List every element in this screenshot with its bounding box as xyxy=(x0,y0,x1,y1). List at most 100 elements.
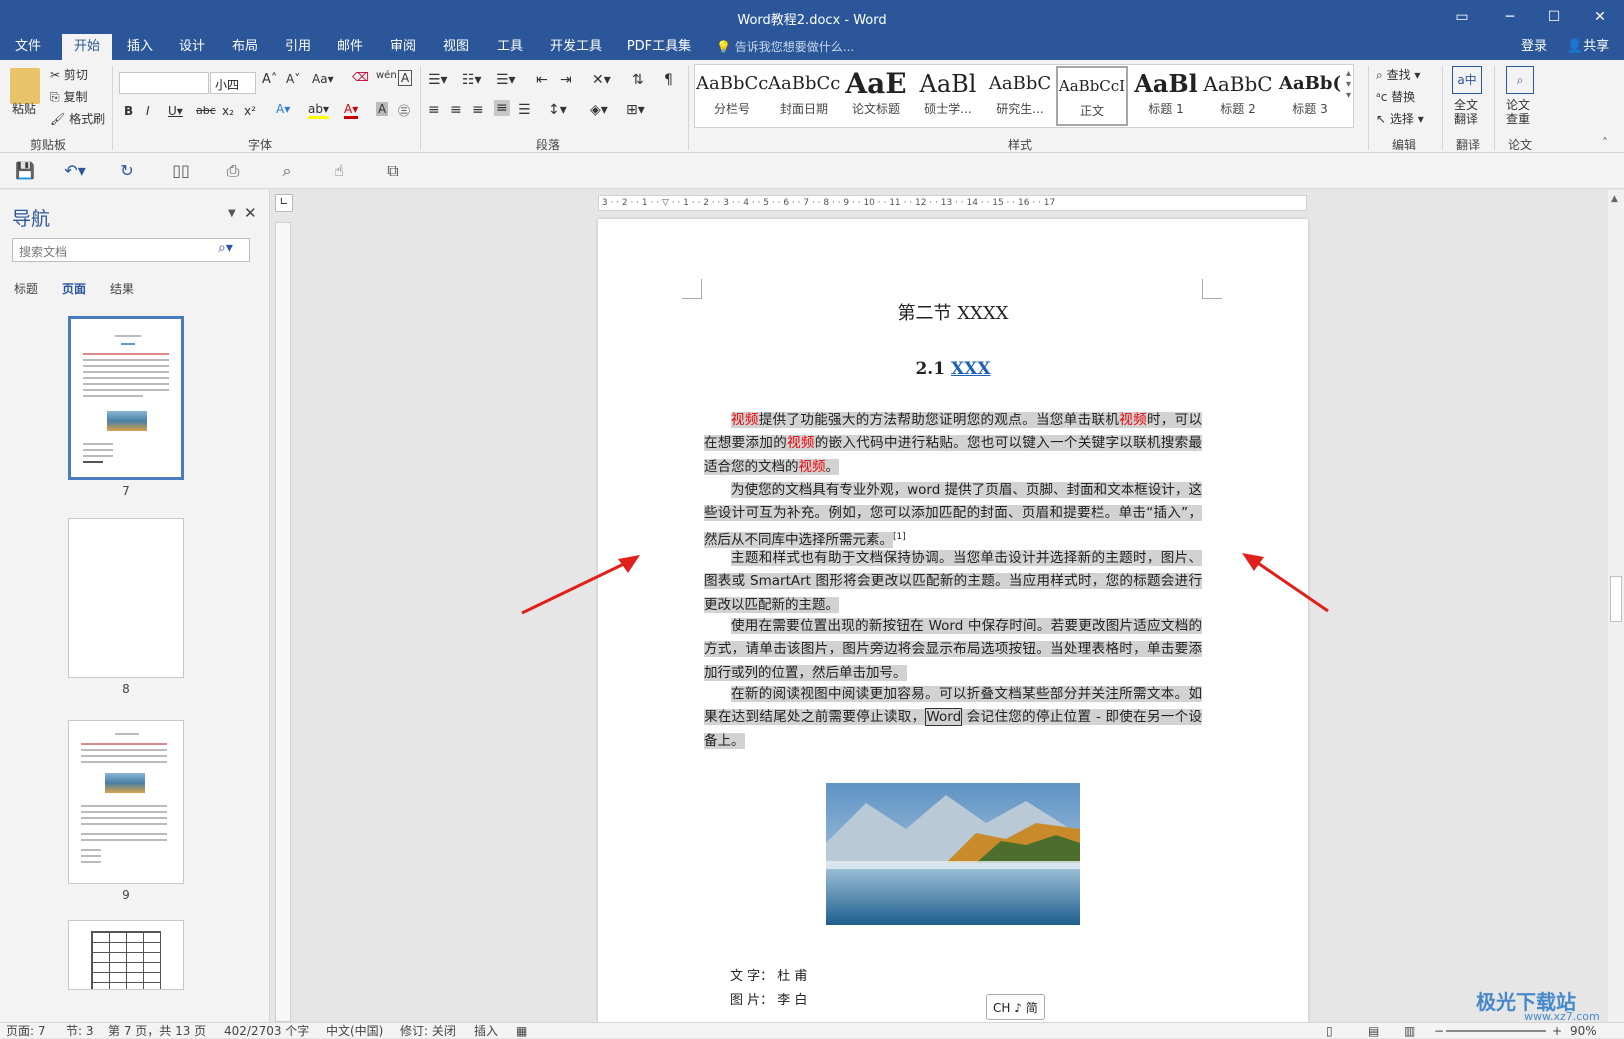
scrollbar-thumb[interactable] xyxy=(1610,576,1622,622)
read-view-icon[interactable]: ▯ xyxy=(1326,1023,1333,1039)
customize-icon[interactable]: ⧉ xyxy=(382,161,404,183)
align-right-icon[interactable]: ≡ xyxy=(472,102,484,118)
tab-insert[interactable]: 插入 xyxy=(120,34,160,60)
sort-icon[interactable]: ⇅ xyxy=(632,72,644,88)
status-language[interactable]: 中文(中国) xyxy=(326,1023,383,1039)
clear-format-icon[interactable]: ⌫ xyxy=(352,70,369,84)
gallery-scroll-icon[interactable]: ▴ ▾ ▾ xyxy=(1346,68,1351,101)
minimize-button[interactable]: ─ xyxy=(1490,4,1530,30)
print-preview-icon[interactable]: ⌕ xyxy=(276,161,298,183)
align-center-icon[interactable]: ≡ xyxy=(450,102,462,118)
format-painter-button[interactable]: 🖌 格式刷 xyxy=(50,110,105,127)
landscape-image[interactable] xyxy=(826,783,1080,925)
tab-selector-icon[interactable]: ∟ xyxy=(275,194,293,212)
font-size-combo[interactable]: 小四 xyxy=(210,72,256,94)
status-section[interactable]: 节: 3 xyxy=(66,1023,94,1039)
shrink-font-icon[interactable]: A˅ xyxy=(286,72,300,86)
multilevel-list-icon[interactable]: ☰▾ xyxy=(496,72,516,88)
status-page-count[interactable]: 第 7 页，共 13 页 xyxy=(108,1023,206,1039)
zoom-out-icon[interactable]: − xyxy=(1434,1023,1444,1039)
nav-tab-headings[interactable]: 标题 xyxy=(14,280,38,297)
show-marks-icon[interactable]: ¶ xyxy=(664,72,673,88)
change-case-icon[interactable]: Aa▾ xyxy=(312,72,334,86)
tab-layout[interactable]: 布局 xyxy=(225,34,265,60)
underline-icon[interactable]: U▾ xyxy=(168,104,183,118)
font-name-combo[interactable] xyxy=(119,72,209,94)
read-mode-icon[interactable]: ▯▯ xyxy=(170,161,192,183)
tab-home[interactable]: 开始 xyxy=(62,34,112,60)
numbering-icon[interactable]: ☷▾ xyxy=(462,72,482,88)
page-thumbnail-10[interactable] xyxy=(68,920,184,990)
tab-design[interactable]: 设计 xyxy=(172,34,212,60)
line-spacing-icon[interactable]: ↕▾ xyxy=(548,102,567,118)
paste-icon[interactable] xyxy=(10,68,40,104)
page-thumbnail-7[interactable] xyxy=(68,316,184,480)
search-input[interactable]: 搜索文档 xyxy=(12,238,250,262)
zoom-slider[interactable] xyxy=(1446,1030,1546,1032)
italic-icon[interactable]: I xyxy=(146,104,150,118)
save-icon[interactable]: 💾 xyxy=(14,161,36,183)
paragraph-1[interactable]: 视频提供了功能强大的方法帮助您证明您的观点。当您单击联机视频时，可以在想要添加的… xyxy=(704,409,1203,479)
word-field-box[interactable]: Word xyxy=(925,708,963,727)
tab-references[interactable]: 引用 xyxy=(278,34,318,60)
nav-tab-pages[interactable]: 页面 xyxy=(62,280,86,297)
style-card[interactable]: AaBl 标题 1 xyxy=(1130,66,1202,126)
cut-button[interactable]: ✂ 剪切 xyxy=(50,66,88,83)
highlight-icon[interactable]: ab▾ xyxy=(308,102,329,119)
nav-tab-results[interactable]: 结果 xyxy=(110,280,134,297)
align-left-icon[interactable]: ≡ xyxy=(428,102,440,118)
plagiarism-check-icon[interactable]: ⌕ xyxy=(1506,66,1534,94)
select-button[interactable]: ↖ 选择 ▾ xyxy=(1376,110,1424,127)
tab-file[interactable]: 文件 xyxy=(8,34,48,60)
style-card[interactable]: AaE 论文标题 xyxy=(840,66,912,126)
redo-icon[interactable]: ↻ xyxy=(116,161,138,183)
close-button[interactable]: ✕ xyxy=(1580,4,1620,30)
login-link[interactable]: 登录 xyxy=(1514,34,1554,60)
tab-developer[interactable]: 开发工具 xyxy=(546,34,606,60)
superscript-icon[interactable]: x² xyxy=(244,104,256,118)
chinese-layout-icon[interactable]: ✕▾ xyxy=(592,72,611,88)
bold-icon[interactable]: B xyxy=(124,104,133,118)
status-page[interactable]: 页面: 7 xyxy=(6,1023,46,1039)
status-insert-mode[interactable]: 插入 xyxy=(474,1023,498,1039)
horizontal-ruler[interactable]: 3 · · 2 · · 1 · · ▽ · · 1 · · 2 · · 3 · … xyxy=(598,195,1307,211)
style-card[interactable]: AaBbCc 封面日期 xyxy=(768,66,840,126)
decrease-indent-icon[interactable]: ⇤ xyxy=(536,72,548,88)
touch-mode-icon[interactable]: ☝ xyxy=(328,161,350,183)
grow-font-icon[interactable]: A˄ xyxy=(262,72,277,87)
bullets-icon[interactable]: ☰▾ xyxy=(428,72,448,88)
page-thumbnail-8[interactable] xyxy=(68,518,184,678)
print-icon[interactable]: ⎙ xyxy=(222,161,244,183)
distributed-icon[interactable]: ☰ xyxy=(518,102,531,118)
paragraph-4[interactable]: 使用在需要位置出现的新按钮在 Word 中保存时间。若要更改图片适应文档的方式，… xyxy=(704,615,1202,685)
style-card-selected[interactable]: AaBbCcI 正文 xyxy=(1056,66,1128,126)
strikethrough-icon[interactable]: abc xyxy=(196,104,216,117)
style-card[interactable]: AaBl 硕士学... xyxy=(912,66,984,126)
tell-me-box[interactable]: 💡 告诉我您想要做什么... xyxy=(716,34,866,60)
text-effects-icon[interactable]: A▾ xyxy=(276,102,290,116)
zoom-level[interactable]: 90% xyxy=(1570,1023,1597,1039)
style-card[interactable]: AaBb(标题 3 xyxy=(1274,66,1346,126)
subscript-icon[interactable]: x₂ xyxy=(222,104,234,118)
paragraph-5[interactable]: 在新的阅读视图中阅读更加容易。可以折叠文档某些部分并关注所需文本。如果在达到结尾… xyxy=(704,683,1202,753)
translate-icon[interactable]: a中 xyxy=(1452,66,1482,94)
copy-button[interactable]: ⎘ 复制 xyxy=(50,88,87,105)
borders-icon[interactable]: ⊞▾ xyxy=(626,102,645,118)
justify-icon[interactable]: ≡ xyxy=(494,100,510,116)
char-border-icon[interactable]: A xyxy=(398,70,413,86)
footnote-ref[interactable]: [1] xyxy=(893,532,906,542)
print-layout-icon[interactable]: ▤ xyxy=(1368,1023,1379,1039)
status-word-count[interactable]: 402/2703 个字 xyxy=(224,1023,309,1039)
page-thumbnail-9[interactable] xyxy=(68,720,184,884)
paste-label[interactable]: 粘贴 xyxy=(12,100,36,117)
font-color-icon[interactable]: A▾ xyxy=(344,102,359,119)
scroll-up-icon[interactable]: ▲ xyxy=(1611,194,1618,204)
tab-review[interactable]: 审阅 xyxy=(383,34,423,60)
paragraph-2[interactable]: 为使您的文档具有专业外观，word 提供了页眉、页脚、封面和文本框设计，这些设计… xyxy=(704,479,1202,552)
maximize-button[interactable]: ☐ xyxy=(1534,4,1574,30)
status-track-changes[interactable]: 修订: 关闭 xyxy=(400,1023,456,1039)
heading-link[interactable]: XXX xyxy=(951,359,991,379)
share-button[interactable]: 👤共享 xyxy=(1560,34,1616,60)
increase-indent-icon[interactable]: ⇥ xyxy=(560,72,572,88)
undo-icon[interactable]: ↶▾ xyxy=(64,161,86,183)
